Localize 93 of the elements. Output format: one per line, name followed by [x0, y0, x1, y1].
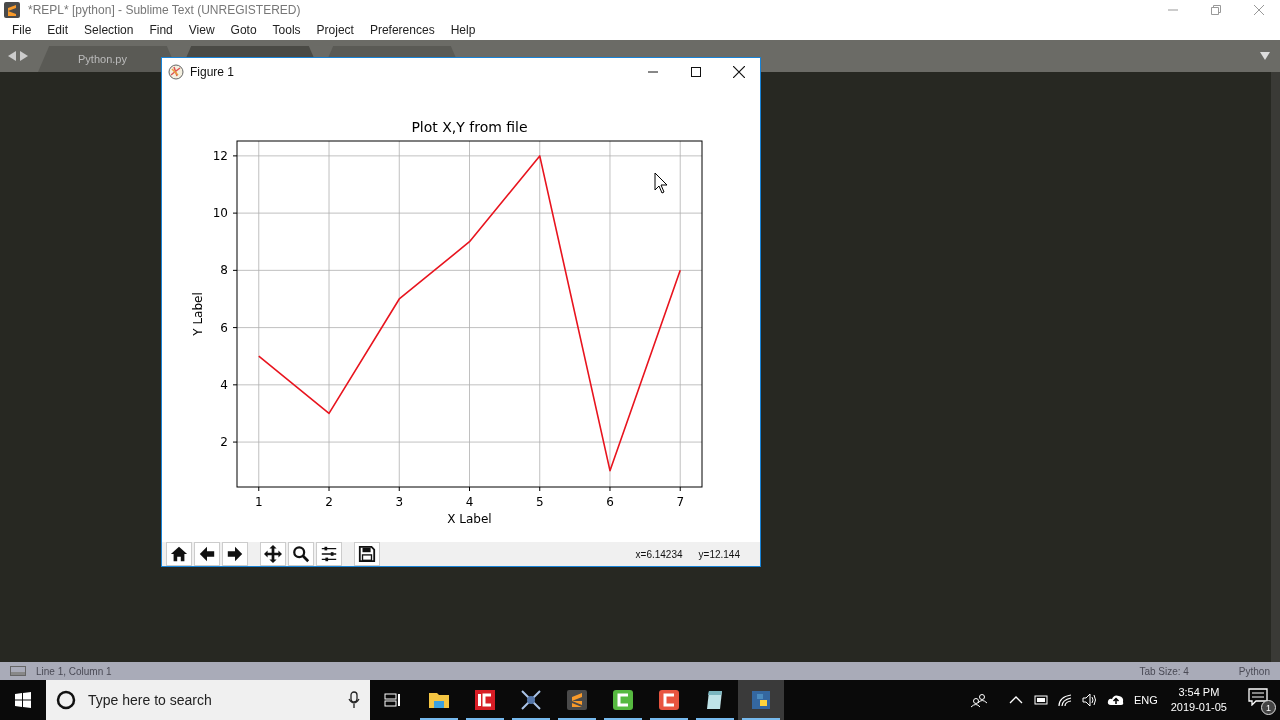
home-icon — [170, 545, 188, 563]
toolbar-button[interactable] — [354, 542, 380, 566]
app-icon — [657, 688, 681, 712]
wifi-icon[interactable] — [1056, 693, 1073, 707]
tick-mark — [398, 486, 400, 492]
dropdown-icon[interactable] — [1260, 52, 1270, 60]
tick-label: 4 — [220, 377, 228, 392]
menu-item[interactable]: Goto — [222, 20, 265, 40]
tick-mark — [232, 441, 238, 443]
tick-mark — [469, 486, 470, 492]
left-arrow-icon — [198, 545, 216, 563]
tick-label: 8 — [220, 263, 228, 278]
clock-time: 3:54 PM — [1178, 685, 1220, 700]
menu-item[interactable]: Selection — [76, 20, 142, 40]
cursor-position: Line 1, Column 1 — [36, 665, 112, 677]
window-title: *REPL* [python] - Sublime Text (UNREGISTERED) — [28, 3, 301, 17]
tick-label: 3 — [395, 495, 404, 509]
tick-label: 10 — [212, 206, 228, 221]
search-icon — [292, 545, 310, 563]
search-bar[interactable]: Type here to search — [46, 680, 370, 720]
chart-title: Plot X,Y from file — [411, 119, 528, 135]
speaker-icon[interactable] — [1081, 693, 1098, 707]
tick-mark — [232, 269, 238, 271]
close-icon — [1253, 5, 1264, 15]
restore-icon — [1210, 5, 1221, 15]
tick-label: 2 — [220, 435, 228, 450]
task-view-icon — [384, 692, 402, 708]
tick-label: 6 — [606, 495, 614, 509]
microphone-icon[interactable] — [348, 691, 360, 709]
tick-mark — [328, 486, 330, 492]
maximize-icon — [690, 67, 701, 77]
toolbar-button[interactable] — [260, 542, 286, 566]
toolbar-button[interactable] — [288, 542, 314, 566]
cortana-ring-icon — [56, 690, 76, 710]
tick-label: 5 — [535, 495, 544, 509]
taskbar-app[interactable] — [738, 680, 784, 720]
menu-item[interactable]: Tools — [264, 20, 309, 40]
menu-item[interactable]: Help — [442, 20, 484, 40]
battery-icon[interactable] — [1031, 694, 1048, 706]
people-icon[interactable] — [969, 692, 988, 708]
axis-label: Y Label — [191, 292, 205, 336]
tick-label: 4 — [465, 495, 474, 509]
left-arrow-icon[interactable] — [8, 51, 16, 61]
tick-mark — [258, 486, 260, 492]
tick-mark — [232, 212, 238, 214]
menu-item[interactable]: Project — [308, 20, 362, 40]
window-title: Figure 1 — [190, 65, 235, 79]
windows-logo-icon — [15, 692, 31, 708]
sliders-icon — [320, 545, 338, 563]
menu-item[interactable]: Preferences — [361, 20, 443, 40]
menu-item[interactable]: File — [4, 20, 40, 40]
menu-item[interactable]: View — [180, 20, 223, 40]
toolbar-button[interactable] — [194, 542, 220, 566]
clock[interactable]: 3:54 PM 2019-01-05 — [1170, 685, 1227, 715]
tick-label: 1 — [254, 495, 263, 509]
tick-label: 6 — [220, 320, 228, 335]
tick-mark — [232, 384, 238, 386]
close-icon — [732, 66, 745, 78]
notification-icon — [1248, 688, 1268, 706]
figure-logo-icon — [168, 64, 184, 80]
menu-item[interactable]: Edit — [39, 20, 77, 40]
tick-mark — [539, 486, 541, 492]
cursor-y-readout: y=12.144 — [698, 548, 740, 560]
syntax-indicator[interactable]: Python — [1238, 665, 1270, 677]
toolbar-button[interactable] — [222, 542, 248, 566]
clock-date: 2019-01-05 — [1170, 700, 1227, 715]
menu-item[interactable]: Find — [141, 20, 181, 40]
tick-label: 12 — [212, 148, 228, 163]
input-language[interactable]: ENG — [1133, 694, 1158, 706]
right-arrow-icon[interactable] — [20, 51, 28, 61]
tick-mark — [232, 327, 238, 329]
tick-label: 7 — [676, 495, 685, 509]
cloud-upload-icon[interactable] — [1106, 693, 1125, 707]
cursor-x-readout: x=6.14234 — [635, 548, 683, 560]
chevron-up-icon[interactable] — [1008, 695, 1023, 705]
move-arrows-icon — [264, 545, 282, 563]
app-icon — [611, 688, 635, 712]
mouse-cursor-icon — [654, 172, 668, 194]
notification-count: 1 — [1261, 700, 1276, 715]
tick-mark — [232, 155, 238, 157]
sublime-logo-icon — [565, 688, 589, 712]
panel-icon[interactable] — [10, 666, 26, 676]
tick-mark — [679, 486, 681, 492]
app-icon — [473, 688, 497, 712]
tab-size-indicator[interactable]: Tab Size: 4 — [1139, 665, 1189, 677]
right-arrow-icon — [226, 545, 244, 563]
sublime-logo-icon — [4, 2, 20, 18]
tick-label: 2 — [325, 495, 333, 509]
toolbar-button[interactable] — [316, 542, 342, 566]
tick-mark — [609, 486, 611, 492]
toolbar-button[interactable] — [166, 542, 192, 566]
axis-label: X Label — [447, 512, 492, 526]
search-field[interactable]: Type here to search — [86, 691, 338, 709]
